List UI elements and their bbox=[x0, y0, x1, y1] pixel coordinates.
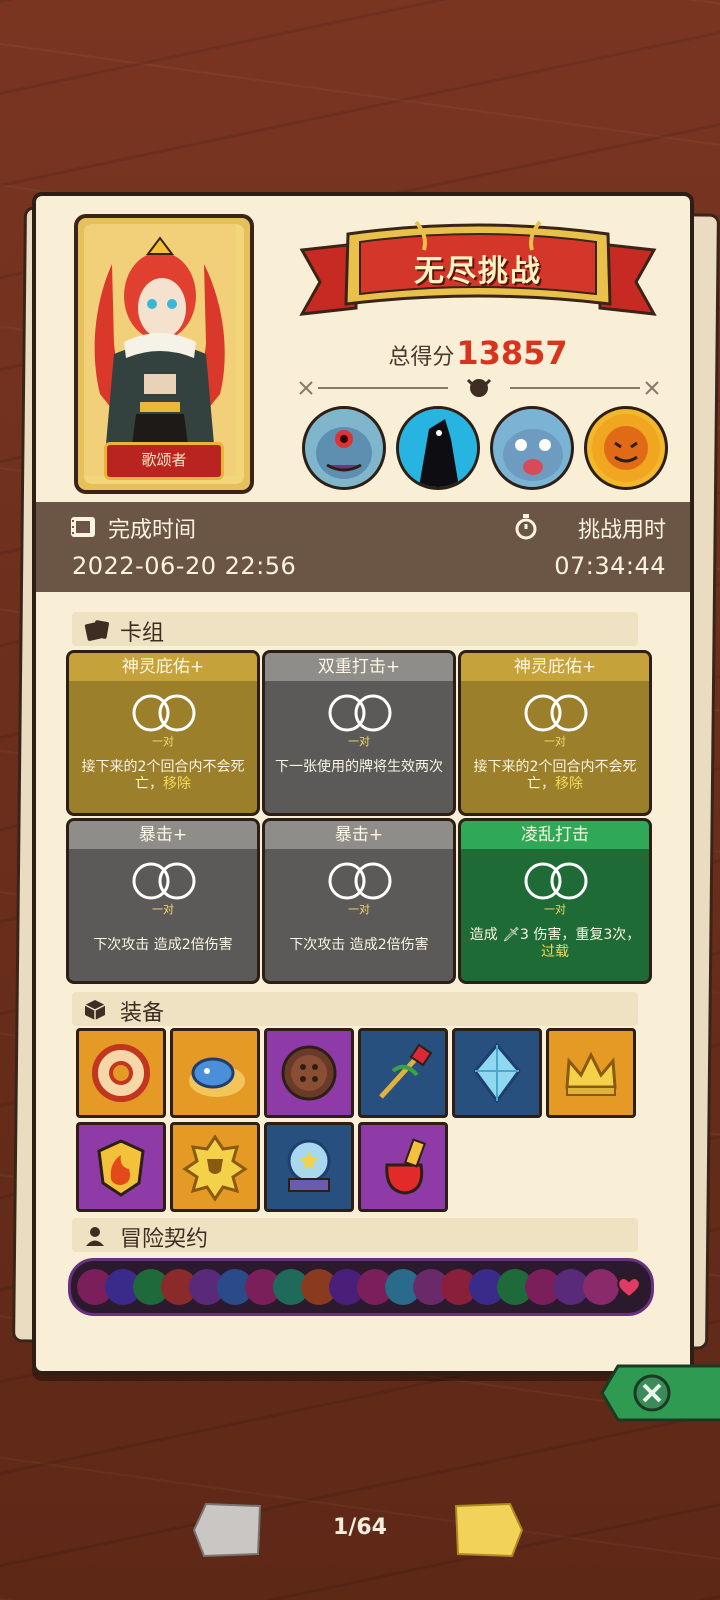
gold-crown-icon[interactable] bbox=[546, 1028, 636, 1118]
skill-card[interactable]: 暴击+ 一对 下次攻击 造成2倍伤害 bbox=[66, 818, 260, 984]
skill-card[interactable]: 神灵庇佑+ 一对 接下来的2个回合内不会死亡，移除 bbox=[66, 650, 260, 816]
pair-rings-icon bbox=[132, 862, 196, 900]
score-row: 总得分13857 bbox=[298, 334, 658, 372]
boss-portrait-2[interactable] bbox=[396, 406, 480, 490]
cards-icon bbox=[84, 620, 109, 641]
button-coin-icon[interactable] bbox=[264, 1028, 354, 1118]
skill-pair: 一对 bbox=[544, 903, 566, 916]
skill-pair: 一对 bbox=[152, 903, 174, 916]
skill-card-name: 暴击+ bbox=[69, 821, 257, 849]
adventurer-icon bbox=[86, 1227, 104, 1246]
skill-card[interactable]: 凌乱打击 一对 造成 🗡3 伤害，重复3次，过载 bbox=[458, 818, 652, 984]
skill-desc: 下一张使用的牌将生效两次 bbox=[275, 759, 443, 775]
pair-rings-icon bbox=[328, 694, 392, 732]
trophy-badge-icon[interactable] bbox=[170, 1122, 260, 1212]
pair-rings-icon bbox=[524, 862, 588, 900]
skill-pair: 一对 bbox=[348, 735, 370, 748]
ruby-staff-icon[interactable] bbox=[358, 1028, 448, 1118]
boss-portrait-4[interactable] bbox=[584, 406, 668, 490]
mode-banner: 无尽挑战 bbox=[298, 216, 658, 326]
prev-arrow-icon bbox=[192, 1502, 262, 1558]
skill-card-name: 暴击+ bbox=[265, 821, 453, 849]
skill-pair: 一对 bbox=[152, 735, 174, 748]
next-page-button[interactable] bbox=[452, 1500, 524, 1560]
blue-slime-icon[interactable] bbox=[170, 1028, 260, 1118]
skill-card-name: 双重打击+ bbox=[265, 653, 453, 681]
skill-card-name: 神灵庇佑+ bbox=[69, 653, 257, 681]
diamond-gem-icon[interactable] bbox=[452, 1028, 542, 1118]
skill-card[interactable]: 暴击+ 一对 下次攻击 造成2倍伤害 bbox=[262, 818, 456, 984]
challenge-record-card: 歌颂者 无尽挑战 总得分13857 完成时间 2022-06-20 22:56 … bbox=[32, 192, 694, 1375]
hero-portrait[interactable]: 歌颂者 bbox=[74, 214, 254, 494]
crystal-ball-icon[interactable] bbox=[264, 1122, 354, 1212]
contracts-section-header: 冒险契约 bbox=[72, 1218, 638, 1252]
skill-desc: 下次攻击 造成2倍伤害 bbox=[289, 937, 429, 953]
deck-section-header: 卡组 bbox=[72, 612, 638, 646]
score-label: 总得分 bbox=[388, 345, 455, 370]
skill-desc: 造成 🗡3 伤害，重复3次，过载 bbox=[469, 927, 641, 960]
contracts-strip[interactable] bbox=[68, 1258, 654, 1316]
contract-badges-icon bbox=[77, 1269, 641, 1305]
complete-time-label: 完成时间 bbox=[108, 518, 197, 543]
pair-rings-icon bbox=[328, 862, 392, 900]
pair-rings-icon bbox=[132, 694, 196, 732]
boss-portrait-1[interactable] bbox=[302, 406, 386, 490]
skill-pair: 一对 bbox=[544, 735, 566, 748]
next-arrow-icon bbox=[454, 1502, 524, 1558]
defeated-bosses bbox=[302, 406, 668, 490]
skill-card[interactable]: 神灵庇佑+ 一对 接下来的2个回合内不会死亡，移除 bbox=[458, 650, 652, 816]
box-icon bbox=[84, 1000, 106, 1020]
donut-ring-icon[interactable] bbox=[76, 1028, 166, 1118]
skill-desc: 接下来的2个回合内不会死亡，移除 bbox=[473, 759, 637, 792]
duration-value: 07:34:44 bbox=[554, 552, 666, 580]
pair-rings-icon bbox=[524, 694, 588, 732]
score-value: 13857 bbox=[456, 334, 568, 372]
stopwatch-icon bbox=[515, 514, 537, 540]
skill-card-name: 神灵庇佑+ bbox=[461, 653, 649, 681]
skill-desc: 下次攻击 造成2倍伤害 bbox=[93, 937, 233, 953]
boss-portrait-3[interactable] bbox=[490, 406, 574, 490]
skill-pair: 一对 bbox=[348, 903, 370, 916]
skull-divider-icon bbox=[299, 378, 659, 397]
equipment-title: 装备 bbox=[120, 1001, 165, 1026]
stats-bar: 完成时间 2022-06-20 22:56 挑战用时 07:34:44 bbox=[36, 502, 690, 592]
deck-title: 卡组 bbox=[120, 621, 165, 646]
mode-title: 无尽挑战 bbox=[414, 254, 542, 289]
contracts-title: 冒险契约 bbox=[120, 1227, 209, 1252]
prev-page-button[interactable] bbox=[192, 1500, 264, 1560]
film-icon bbox=[71, 517, 95, 537]
skill-card-name: 凌乱打击 bbox=[461, 821, 649, 849]
equipment-section-header: 装备 bbox=[72, 992, 638, 1026]
red-potion-icon[interactable] bbox=[358, 1122, 448, 1212]
close-button[interactable] bbox=[600, 1362, 720, 1424]
fire-shield-icon[interactable] bbox=[76, 1122, 166, 1212]
hero-illustration-icon bbox=[84, 224, 236, 476]
skill-desc: 接下来的2个回合内不会死亡，移除 bbox=[81, 759, 245, 792]
complete-time-value: 2022-06-20 22:56 bbox=[72, 552, 297, 580]
page-indicator: 1/64 bbox=[333, 1515, 387, 1540]
hero-name: 歌颂者 bbox=[104, 442, 224, 480]
duration-label: 挑战用时 bbox=[577, 518, 666, 543]
skill-card[interactable]: 双重打击+ 一对 下一张使用的牌将生效两次 bbox=[262, 650, 456, 816]
